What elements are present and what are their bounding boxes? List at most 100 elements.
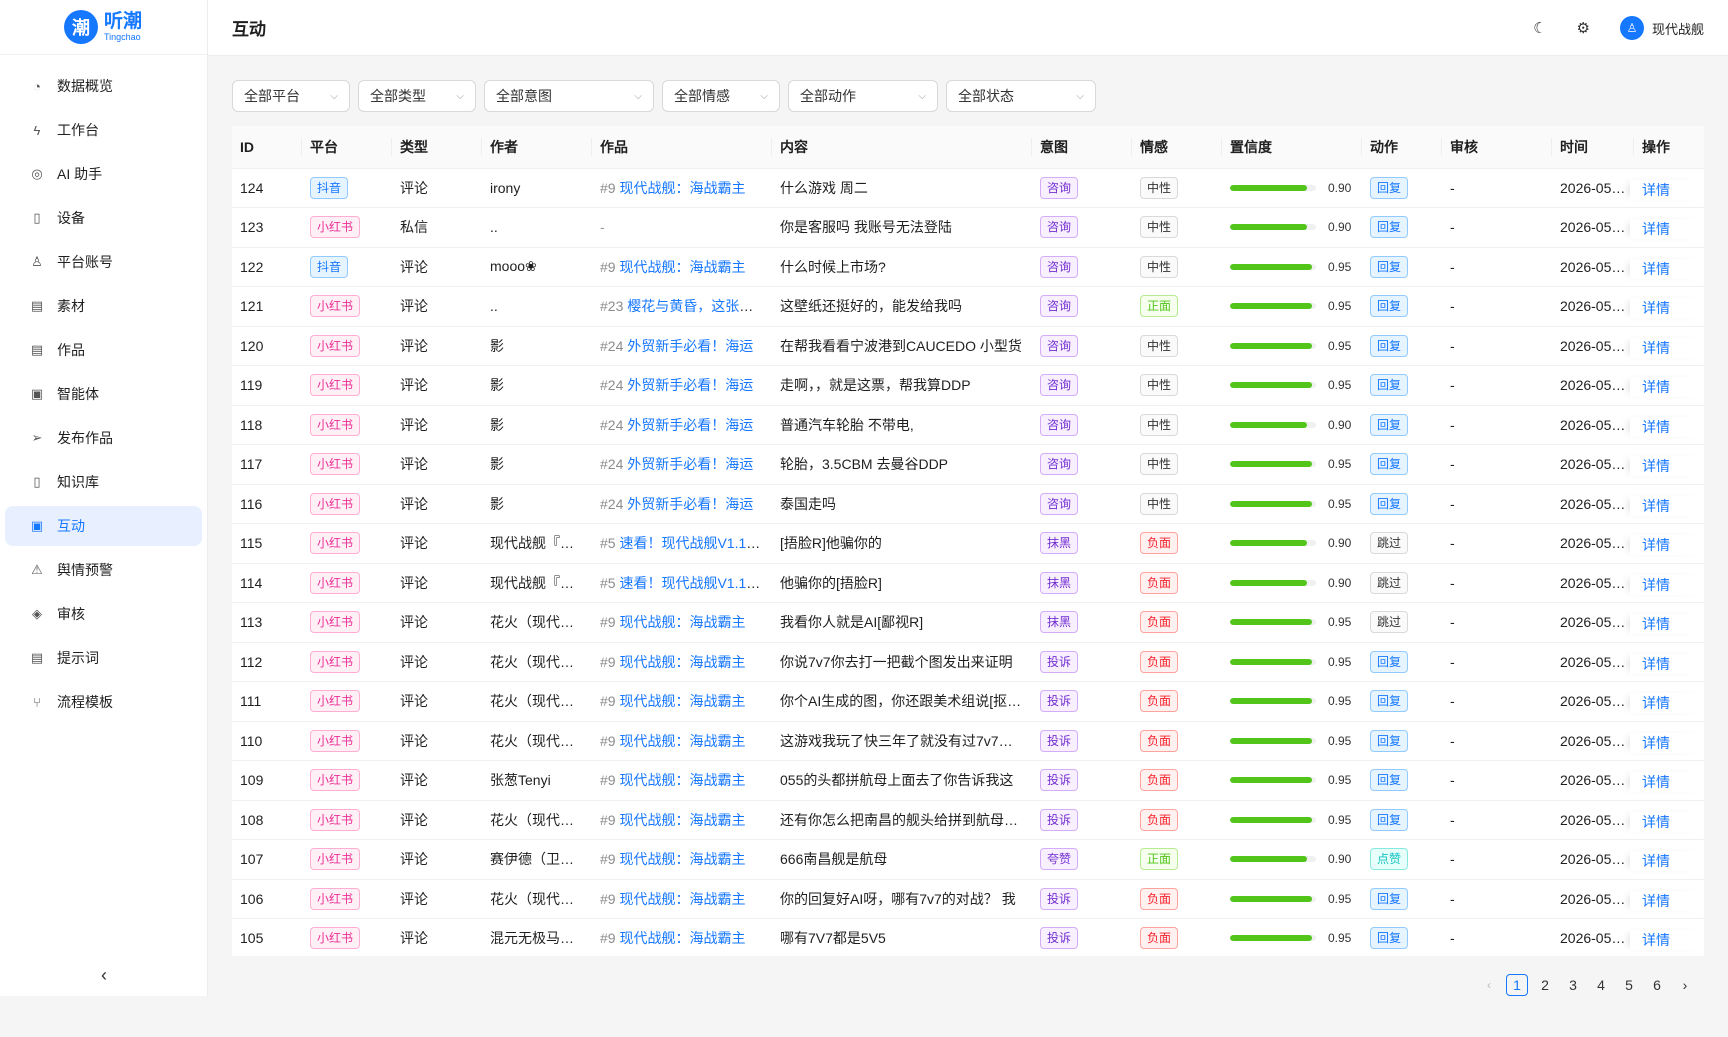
- sidebar-item-12[interactable]: ◈ 审核: [5, 594, 202, 634]
- table-row[interactable]: 121 小红书 评论.. #23 樱花与黄昏，这张壁纸 这壁纸还挺好的，能发给我吗 咨询正…: [232, 286, 1704, 327]
- sidebar-item-5[interactable]: ▤ 素材: [5, 286, 202, 326]
- work-cell[interactable]: #24 外贸新手必看！海运: [592, 444, 772, 485]
- filter-select-5[interactable]: 全部状态 ⌵: [946, 80, 1096, 112]
- detail-link[interactable]: 详情: [1630, 614, 1702, 634]
- work-link[interactable]: 现代战舰：海战霸主: [619, 772, 745, 788]
- sidebar-item-9[interactable]: ▯ 知识库: [5, 462, 202, 502]
- work-link[interactable]: 现代战舰：海战霸主: [619, 654, 745, 670]
- user-menu[interactable]: ♙ 现代战舰: [1619, 16, 1704, 40]
- filter-select-2[interactable]: 全部意图 ⌵: [484, 80, 654, 112]
- page-6[interactable]: 6: [1646, 974, 1668, 996]
- table-row[interactable]: 122 抖音 评论 mooo❀ #9 现代战舰：海战霸主 什么时候上市场? 咨询 中性 0.95…: [232, 247, 1704, 287]
- work-link[interactable]: 外贸新手必看！海运: [627, 417, 753, 433]
- table-row[interactable]: 115 小红书 评论 现代战舰『官方』 #5 速看！现代战舰V1.1.0版本 [捂脸R]他…: [232, 523, 1704, 564]
- detail-link[interactable]: 详情: [1630, 693, 1702, 713]
- work-cell[interactable]: #9 现代战舰：海战霸主: [592, 800, 772, 840]
- work-link[interactable]: 现代战舰：海战霸主: [619, 180, 745, 196]
- work-cell[interactable]: #5 速看！现代战舰V1.1.0版本: [592, 523, 772, 564]
- sidebar-item-10[interactable]: ▣ 互动: [5, 506, 202, 546]
- table-row[interactable]: 114 小红书 评论 现代战舰『官方』 #5 速看！现代战舰V1.1.0版本 他骗你的[捂…: [232, 563, 1704, 603]
- sidebar-item-2[interactable]: ◎ AI 助手: [5, 154, 202, 194]
- table-row[interactable]: 112 小红书 评论 花火（现代战舰） #9 现代战舰：海战霸主 你说7v7你去打一把截个…: [232, 642, 1704, 682]
- page-1[interactable]: 1: [1506, 974, 1528, 996]
- filter-select-0[interactable]: 全部平台 ⌵: [232, 80, 350, 112]
- table-row[interactable]: 109 小红书 评论 张葱Tenyi #9 现代战舰：海战霸主 055的头都拼航母上面去了…: [232, 760, 1704, 801]
- work-link[interactable]: 现代战舰：海战霸主: [619, 259, 745, 275]
- work-link[interactable]: 现代战舰：海战霸主: [619, 614, 745, 630]
- work-link[interactable]: 现代战舰：海战霸主: [619, 930, 745, 946]
- work-cell[interactable]: #9 现代战舰：海战霸主: [592, 247, 772, 287]
- detail-link[interactable]: 详情: [1630, 456, 1702, 476]
- work-link[interactable]: 现代战舰：海战霸主: [619, 812, 745, 828]
- work-cell[interactable]: -: [592, 207, 772, 248]
- page-4[interactable]: 4: [1590, 974, 1612, 996]
- sidebar-item-14[interactable]: ⑂ 流程模板: [5, 682, 202, 722]
- detail-link[interactable]: 详情: [1630, 495, 1702, 516]
- work-cell[interactable]: #24 外贸新手必看！海运: [592, 484, 772, 524]
- work-cell[interactable]: #9 现代战舰：海战霸主: [592, 760, 772, 801]
- work-link[interactable]: 速看！现代战舰V1.1.0版本: [619, 575, 772, 591]
- work-cell[interactable]: #24 外贸新手必看！海运: [592, 326, 772, 366]
- work-link[interactable]: 现代战舰：海战霸主: [619, 733, 745, 749]
- work-link[interactable]: 外贸新手必看！海运: [627, 496, 753, 512]
- detail-link[interactable]: 详情: [1630, 732, 1702, 753]
- sidebar-item-7[interactable]: ▣ 智能体: [5, 374, 202, 414]
- filter-select-4[interactable]: 全部动作 ⌵: [788, 80, 938, 112]
- work-cell[interactable]: #24 外贸新手必看！海运: [592, 405, 772, 445]
- collapse-sidebar-icon[interactable]: ‹: [0, 965, 208, 986]
- work-link[interactable]: 外贸新手必看！海运: [627, 338, 753, 354]
- filter-select-3[interactable]: 全部情感 ⌵: [662, 80, 780, 112]
- work-link[interactable]: 外贸新手必看！海运: [627, 377, 753, 393]
- work-cell[interactable]: #9 现代战舰：海战霸主: [592, 602, 772, 643]
- table-row[interactable]: 107小红书评论赛伊德（卫国战争）#9 现代战舰：海战霸主666南昌舰是航母夸赞…: [232, 839, 1704, 880]
- table-row[interactable]: 110 小红书 评论 花火（现代战舰） #9 现代战舰：海战霸主 这游戏我玩了快三年了就没…: [232, 721, 1704, 761]
- work-cell[interactable]: #9 现代战舰：海战霸主: [592, 839, 772, 880]
- detail-link[interactable]: 详情: [1630, 179, 1702, 200]
- next-page-icon[interactable]: ›: [1674, 974, 1696, 996]
- detail-link[interactable]: 详情: [1630, 298, 1702, 318]
- moon-icon[interactable]: ☾: [1533, 19, 1546, 37]
- table-row[interactable]: 113 小红书 评论 花火（现代战舰） #9 现代战舰：海战霸主 我看你人就是AI[鄙视R…: [232, 602, 1704, 643]
- work-cell[interactable]: #9 现代战舰：海战霸主: [592, 681, 772, 722]
- work-cell[interactable]: #9 现代战舰：海战霸主: [592, 642, 772, 682]
- table-row[interactable]: 120 小红书 评论影 #24 外贸新手必看！海运 在帮我看看宁波港到CAUCEDO 小…: [232, 326, 1704, 366]
- sidebar-item-11[interactable]: ⚠ 舆情预警: [5, 550, 202, 590]
- work-cell[interactable]: #9 现代战舰：海战霸主: [592, 879, 772, 919]
- work-link[interactable]: 现代战舰：海战霸主: [619, 891, 745, 907]
- gear-icon[interactable]: ⚙: [1577, 19, 1590, 37]
- sidebar-item-6[interactable]: ▤ 作品: [5, 330, 202, 370]
- detail-link[interactable]: 详情: [1630, 377, 1702, 397]
- work-cell[interactable]: #23 樱花与黄昏，这张壁纸: [592, 286, 772, 327]
- table-row[interactable]: 116 小红书 评论影 #24 外贸新手必看！海运 泰国走吗 咨询 中性 0.95 回复 -202…: [232, 484, 1704, 524]
- sidebar-item-8[interactable]: ➢ 发布作品: [5, 418, 202, 458]
- brand-logo[interactable]: 潮 听潮 Tingchao: [0, 0, 207, 55]
- detail-link[interactable]: 详情: [1630, 811, 1702, 832]
- table-row[interactable]: 108 小红书 评论 花火（现代战舰） #9 现代战舰：海战霸主 还有你怎么把南昌的舰头给…: [232, 800, 1704, 840]
- detail-link[interactable]: 详情: [1630, 535, 1702, 555]
- work-link[interactable]: 外贸新手必看！海运: [627, 456, 753, 472]
- table-row[interactable]: 117 小红书 评论影 #24 外贸新手必看！海运 轮胎，3.5CBM 去曼谷DDP 咨询…: [232, 444, 1704, 485]
- detail-link[interactable]: 详情: [1630, 772, 1702, 792]
- work-cell[interactable]: #24 外贸新手必看！海运: [592, 365, 772, 406]
- detail-link[interactable]: 详情: [1630, 337, 1702, 358]
- page-2[interactable]: 2: [1534, 974, 1556, 996]
- detail-link[interactable]: 详情: [1630, 258, 1702, 279]
- table-row[interactable]: 123 小红书 私信.. - 你是客服吗 我账号无法登陆 咨询 中性 0.90 回复 -2026-…: [232, 207, 1704, 248]
- work-link[interactable]: 速看！现代战舰V1.1.0版本: [619, 535, 772, 551]
- detail-link[interactable]: 详情: [1630, 416, 1702, 437]
- detail-link[interactable]: 详情: [1630, 890, 1702, 911]
- page-5[interactable]: 5: [1618, 974, 1640, 996]
- detail-link[interactable]: 详情: [1630, 851, 1702, 871]
- work-cell[interactable]: #5 速看！现代战舰V1.1.0版本: [592, 563, 772, 603]
- table-row[interactable]: 105 小红书 评论 混元无极马保国 #9 现代战舰：海战霸主 哪有7V7都是5V5 投诉负…: [232, 918, 1704, 956]
- filter-select-1[interactable]: 全部类型 ⌵: [358, 80, 476, 112]
- detail-link[interactable]: 详情: [1630, 653, 1702, 674]
- table-row[interactable]: 111 小红书 评论 花火（现代战舰） #9 现代战舰：海战霸主 你个AI生成的图，你还跟…: [232, 681, 1704, 722]
- sidebar-item-1[interactable]: ϟ 工作台: [5, 110, 202, 150]
- work-link[interactable]: 现代战舰：海战霸主: [619, 851, 745, 867]
- work-cell[interactable]: #9 现代战舰：海战霸主: [592, 721, 772, 761]
- work-cell[interactable]: #9 现代战舰：海战霸主: [592, 918, 772, 956]
- sidebar-item-3[interactable]: ▯ 设备: [5, 198, 202, 238]
- sidebar-item-4[interactable]: ♙ 平台账号: [5, 242, 202, 282]
- work-cell[interactable]: #9 现代战舰：海战霸主: [592, 168, 772, 208]
